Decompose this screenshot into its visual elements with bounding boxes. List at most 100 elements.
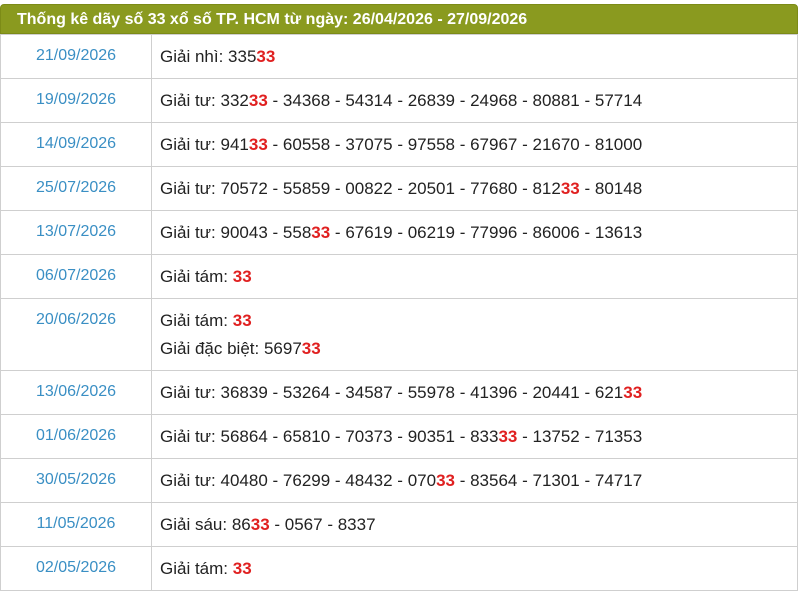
prize-number: 20441 [532,383,580,402]
prize-line: Giải tư: 33233 - 34368 - 54314 - 26839 -… [160,91,643,110]
prize-number: 13613 [594,223,643,242]
matched-digits: 33 [301,339,321,358]
prize-number: 67619 [345,223,393,242]
matched-digits: 33 [248,135,268,154]
prize-info: Giải tư: 33233 - 34368 - 54314 - 26839 -… [151,78,798,123]
prize-number: 56864 [220,427,268,446]
table-row: 02/05/2026 Giải tám: 33 [0,546,798,591]
prize-label: Giải nhì: [160,47,229,66]
draw-date: 01/06/2026 [0,414,152,459]
prize-number: 81233 [532,179,580,198]
prize-number: 24968 [470,91,518,110]
prize-line: Giải tám: 33 [160,267,789,295]
prize-line: Giải tám: 33 [160,311,789,339]
prize-info: Giải tư: 56864 - 65810 - 70373 - 90351 -… [151,414,798,459]
prize-number: 37075 [345,135,393,154]
prize-number: 55859 [282,179,331,198]
prize-label: Giải tám: [160,267,233,286]
panel-title: Thống kê dãy số 33 xổ số TP. HCM từ ngày… [0,4,798,34]
prize-number: 57714 [594,91,643,110]
prize-number: 94133 [220,135,268,154]
draw-date: 19/09/2026 [0,78,152,123]
prize-number: 97558 [407,135,455,154]
draw-date: 21/09/2026 [0,34,152,79]
prize-info: Giải tám: 33 [151,546,798,591]
prize-number: 33533 [228,47,276,66]
prize-number: 65810 [282,427,331,446]
matched-digits: 33 [248,91,268,110]
matched-digits: 33 [250,515,270,534]
draw-date: 25/07/2026 [0,166,152,211]
prize-number: 40480 [220,471,268,490]
prize-number: 55978 [407,383,455,402]
prize-number: 8337 [337,515,376,534]
prize-number: 36839 [220,383,268,402]
prize-number: 77996 [470,223,518,242]
prize-info: Giải nhì: 33533 [151,34,798,79]
matched-digits: 33 [232,559,252,578]
prize-number: 8633 [231,515,270,534]
prize-info: Giải tư: 90043 - 55833 - 67619 - 06219 -… [151,210,798,255]
prize-number: 76299 [282,471,331,490]
prize-label: Giải tám: [160,311,233,330]
prize-number: 54314 [345,91,393,110]
prize-label: Giải tư: [160,427,221,446]
matched-digits: 33 [623,383,643,402]
prize-number: 20501 [407,179,455,198]
prize-info: Giải tư: 70572 - 55859 - 00822 - 20501 -… [151,166,798,211]
prize-info: Giải tám: 33 Giải đặc biệt: 569733 [151,298,798,371]
table-row: 21/09/2026 Giải nhì: 33533 [0,34,798,79]
prize-info: Giải tư: 40480 - 76299 - 48432 - 07033 -… [151,458,798,503]
prize-line: Giải tư: 94133 - 60558 - 37075 - 97558 -… [160,135,643,154]
prize-number: 70572 [220,179,268,198]
prize-label: Giải tám: [160,559,233,578]
prize-line: Giải tám: 33 [160,559,789,587]
prize-line: Giải nhì: 33533 [160,47,789,75]
table-row: 19/09/2026 Giải tư: 33233 - 34368 - 54314… [0,78,798,123]
prize-line: Giải tư: 36839 - 53264 - 34587 - 55978 -… [160,383,643,402]
prize-number: 71301 [532,471,580,490]
prize-number: 26839 [407,91,455,110]
table-row: 30/05/2026 Giải tư: 40480 - 76299 - 48432… [0,458,798,503]
prize-number: 48432 [345,471,393,490]
prize-info: Giải tư: 94133 - 60558 - 37075 - 97558 -… [151,122,798,167]
prize-label: Giải tư: [160,383,221,402]
prize-number: 33 [233,559,252,578]
prize-number: 41396 [470,383,518,402]
prize-number: 81000 [594,135,643,154]
prize-label: Giải tư: [160,135,221,154]
prize-number: 80148 [594,179,643,198]
stats-panel: Thống kê dãy số 33 xổ số TP. HCM từ ngày… [0,4,798,591]
prize-number: 86006 [532,223,580,242]
prize-number: 06219 [407,223,455,242]
prize-number: 70373 [345,427,393,446]
prize-line: Giải tư: 40480 - 76299 - 48432 - 07033 -… [160,471,643,490]
prize-line: Giải sáu: 8633 - 0567 - 8337 [160,515,376,534]
matched-digits: 33 [232,267,252,286]
draw-date: 20/06/2026 [0,298,152,371]
prize-number: 74717 [594,471,643,490]
matched-digits: 33 [311,223,331,242]
draw-date: 06/07/2026 [0,254,152,299]
prize-label: Giải tư: [160,223,221,242]
prize-number: 569733 [263,339,321,358]
prize-line: Giải tư: 70572 - 55859 - 00822 - 20501 -… [160,179,643,198]
table-row: 14/09/2026 Giải tư: 94133 - 60558 - 37075… [0,122,798,167]
prize-number: 83333 [470,427,518,446]
matched-digits: 33 [560,179,580,198]
matched-digits: 33 [498,427,518,446]
matched-digits: 33 [232,311,252,330]
matched-digits: 33 [256,47,276,66]
prize-number: 80881 [532,91,580,110]
prize-number: 21670 [532,135,580,154]
prize-number: 33233 [220,91,268,110]
prize-number: 90351 [407,427,455,446]
prize-label: Giải đặc biệt: [160,339,264,358]
prize-label: Giải tư: [160,91,221,110]
prize-info: Giải tư: 36839 - 53264 - 34587 - 55978 -… [151,370,798,415]
prize-number: 34368 [282,91,331,110]
table-row: 01/06/2026 Giải tư: 56864 - 65810 - 70373… [0,414,798,459]
prize-number: 33 [233,267,252,286]
prize-number: 53264 [282,383,331,402]
prize-number: 83564 [470,471,518,490]
